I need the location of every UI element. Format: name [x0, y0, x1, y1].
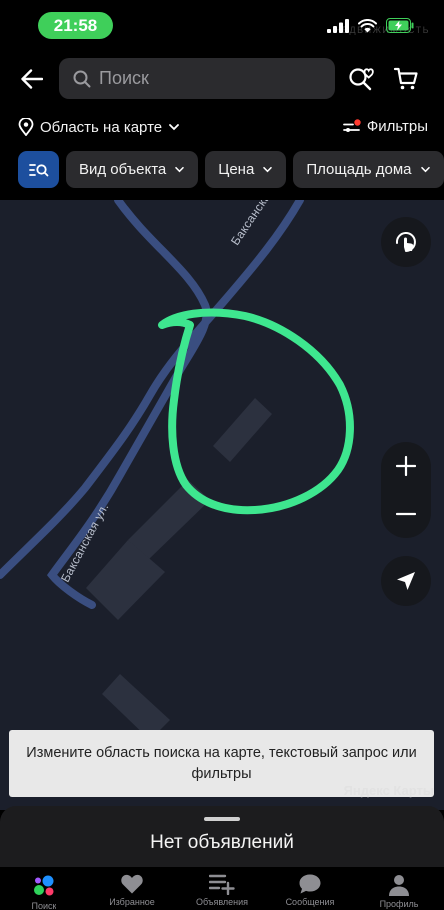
- chip-object-type[interactable]: Вид объекта: [66, 151, 199, 188]
- header: Область на карте Фильтры Вид объекта Цен…: [0, 50, 444, 200]
- signal-icon: [327, 18, 349, 33]
- chip-label: Вид объекта: [79, 161, 167, 178]
- filter-chips: Вид объекта Цена Площадь дома: [18, 151, 444, 188]
- navigation-arrow-icon: [397, 572, 415, 590]
- list-search-icon: [28, 163, 48, 176]
- hand-draw-icon: [395, 232, 416, 252]
- map-canvas: [0, 200, 354, 740]
- chevron-down-icon: [420, 166, 430, 173]
- chip-house-area[interactable]: Площадь дома: [293, 151, 444, 188]
- filters-label: Фильтры: [366, 118, 428, 135]
- arrow-left-icon: [21, 69, 43, 89]
- search-heart-icon: [349, 68, 374, 91]
- nav-item-favorites[interactable]: Избранное: [102, 873, 162, 907]
- nav-item-search[interactable]: Поиск: [14, 873, 74, 910]
- search-box[interactable]: [59, 58, 335, 99]
- results-sheet[interactable]: Нет объявлений: [0, 806, 444, 866]
- wifi-icon: [358, 18, 377, 32]
- region-label: Область на карте: [40, 118, 163, 136]
- filters-badge: [354, 118, 361, 126]
- chip-label: Цена: [218, 161, 255, 178]
- zoom-controls: [381, 442, 431, 538]
- battery-charging-icon: [386, 18, 414, 33]
- map-building: [213, 398, 272, 462]
- app-logo-icon: [34, 875, 54, 896]
- my-location-button[interactable]: [381, 556, 431, 606]
- add-listing-icon: [209, 874, 235, 895]
- status-bar: 21:58 НЕДВИЖИМОСТЬ: [0, 0, 444, 50]
- nav-item-listings[interactable]: Объявления: [192, 873, 252, 907]
- chip-label: Площадь дома: [306, 161, 412, 178]
- minus-icon: [396, 512, 416, 516]
- nav-label: Объявления: [195, 897, 249, 907]
- chevron-down-icon: [169, 124, 180, 131]
- saved-search-button[interactable]: [346, 64, 376, 94]
- heart-icon: [121, 874, 143, 894]
- filters-button[interactable]: Фильтры: [342, 118, 428, 135]
- chip-price[interactable]: Цена: [205, 151, 287, 188]
- draw-area-button[interactable]: [381, 217, 431, 267]
- nav-item-messages[interactable]: Сообщения: [280, 873, 340, 907]
- list-view-toggle[interactable]: [18, 151, 59, 188]
- nav-label: Сообщения: [285, 897, 335, 907]
- search-input[interactable]: [99, 68, 299, 89]
- chat-icon: [299, 874, 321, 894]
- map-view[interactable]: Баксанская ул. Баксанская ул. Измените о…: [0, 200, 444, 810]
- zoom-in-button[interactable]: [381, 442, 431, 490]
- cart-icon: [393, 67, 418, 90]
- nav-item-profile[interactable]: Профиль: [369, 873, 429, 909]
- status-time: 21:58: [38, 12, 113, 39]
- chevron-down-icon: [263, 166, 273, 173]
- plus-icon: [396, 456, 416, 476]
- bottom-navigation: Поиск Избранное Объявления Сообщения Про…: [0, 866, 444, 910]
- nav-label: Профиль: [379, 899, 419, 909]
- filters-icon: [342, 118, 361, 132]
- sheet-drag-handle[interactable]: [204, 817, 240, 821]
- back-button[interactable]: [14, 64, 50, 94]
- profile-icon: [389, 875, 409, 896]
- map-attribution[interactable]: Яндекс Карты: [344, 783, 434, 798]
- region-selector[interactable]: Область на карте: [18, 118, 180, 136]
- zoom-out-button[interactable]: [381, 490, 431, 538]
- location-pin-icon: [18, 118, 34, 136]
- cart-button[interactable]: [391, 64, 421, 94]
- chevron-down-icon: [175, 166, 185, 173]
- search-icon: [73, 70, 91, 87]
- nav-label: Избранное: [109, 897, 155, 907]
- status-icons: [327, 18, 414, 33]
- sheet-title: Нет объявлений: [150, 832, 294, 853]
- nav-label: Поиск: [31, 901, 57, 910]
